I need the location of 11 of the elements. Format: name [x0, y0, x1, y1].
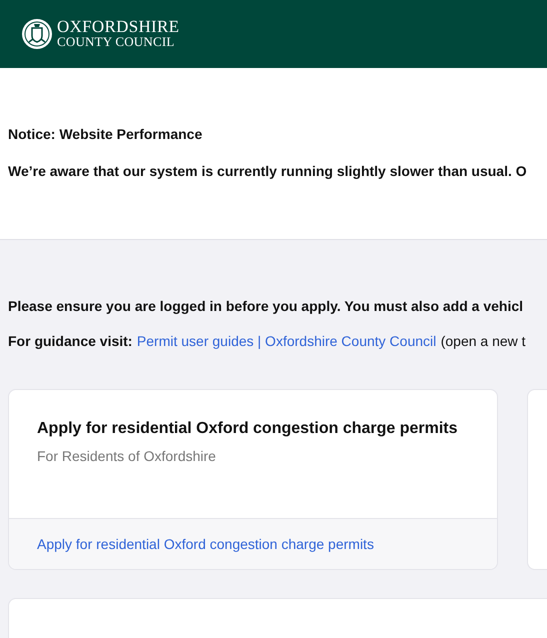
logo-text: OXFORDSHIRE [57, 19, 180, 34]
guidance-label: For guidance visit: [8, 333, 132, 349]
notice-title: Notice: Website Performance [8, 126, 202, 142]
card-subtitle: For Residents of Oxfordshire [37, 448, 217, 464]
intro-text: Please ensure you are logged in before you apply. You must also add a vehicl [8, 298, 524, 314]
guidance-note: (open a new t [440, 333, 526, 349]
logo-text: COUNTY COUNCIL [57, 34, 176, 49]
card-title: Apply for residential Oxford congestion charge permits [37, 420, 459, 438]
notice-text: We’re aware that our system is currently running slightly slower than usual. O [8, 163, 527, 179]
guidance-link[interactable]: Permit user guides | Oxfordshire County Council [136, 333, 436, 349]
crest-icon [21, 18, 53, 50]
